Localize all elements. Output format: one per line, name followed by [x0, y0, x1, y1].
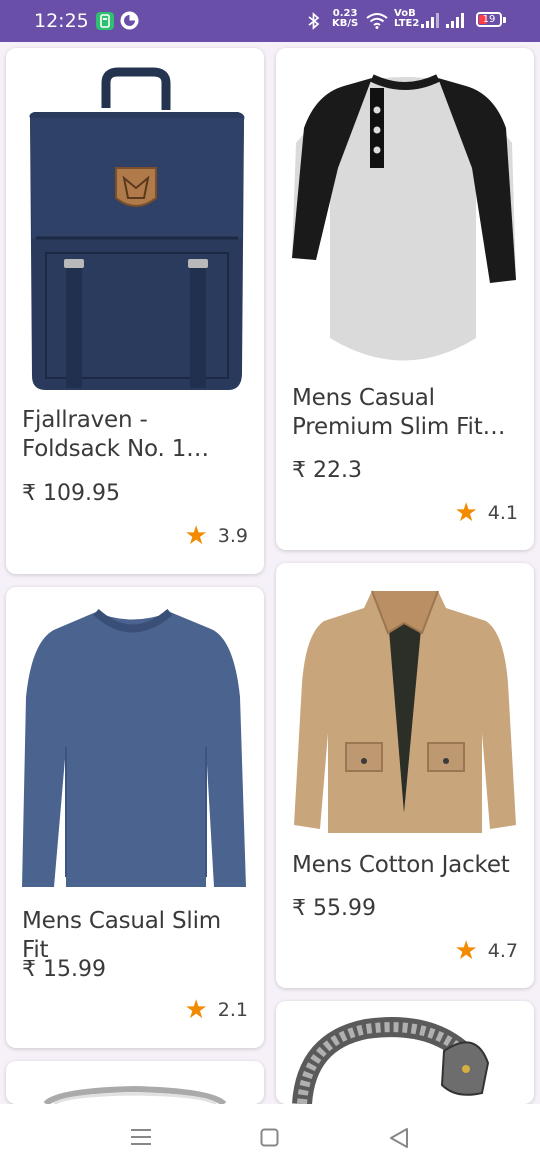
network-speed: 0.23 KB/S — [332, 9, 358, 29]
rating-value: 4.1 — [487, 502, 518, 524]
product-rating: ★ 4.7 — [454, 938, 518, 964]
volte-bottom: LTE2 — [394, 18, 420, 29]
menu-icon[interactable] — [131, 1128, 151, 1146]
battery-level: 19 — [482, 14, 496, 25]
product-rating: ★ 2.1 — [184, 997, 248, 1023]
product-card[interactable]: Mens Casual Slim Fit ₹ 15.99 ★ 2.1 — [6, 587, 264, 1048]
product-rating: ★ 4.1 — [454, 500, 518, 526]
star-icon: ★ — [184, 521, 208, 551]
product-card[interactable]: Mens Casual Premium Slim Fit T… ₹ 22.3 ★… — [276, 48, 534, 550]
back-icon[interactable] — [388, 1127, 410, 1149]
volte-indicator: VoB LTE2 — [394, 9, 419, 29]
jacket-image — [294, 590, 516, 833]
rating-value: 3.9 — [217, 525, 248, 547]
navigation-bar — [0, 1104, 540, 1170]
product-price: ₹ 15.99 — [22, 957, 106, 982]
status-bar: 12:25 0.23 KB/S VoB LTE2 19 — [0, 0, 540, 42]
signal-sim2-icon — [446, 13, 464, 28]
app-notification-icon — [96, 12, 114, 30]
star-icon: ★ — [454, 936, 478, 966]
star-icon: ★ — [454, 498, 478, 528]
signal-sim1-icon — [421, 13, 439, 28]
status-time: 12:25 — [34, 10, 89, 32]
product-card[interactable]: Fjallraven - Foldsack No. 1 Backpack, Fi… — [6, 48, 264, 574]
network-speed-unit: KB/S — [332, 18, 359, 29]
product-price: ₹ 22.3 — [292, 458, 362, 483]
vpn-notification-icon — [120, 11, 139, 30]
star-icon: ★ — [184, 995, 208, 1025]
chain-bracelet-image — [292, 1017, 490, 1104]
rating-value: 2.1 — [217, 999, 248, 1021]
product-title: Mens Casual Premium Slim Fit T… — [292, 385, 483, 440]
product-title: Fjallraven - Foldsack No. 1 Backpack, Fi… — [22, 407, 187, 462]
product-card[interactable] — [276, 1001, 534, 1104]
home-icon[interactable] — [260, 1128, 280, 1148]
product-rating: ★ 3.9 — [184, 523, 248, 549]
bluetooth-icon — [308, 12, 320, 30]
raglan-tshirt-image — [292, 74, 516, 361]
backpack-image — [29, 67, 245, 390]
product-card[interactable]: Mens Cotton Jacket ₹ 55.99 ★ 4.7 — [276, 563, 534, 988]
battery-icon: 19 — [476, 12, 502, 27]
product-price: ₹ 55.99 — [292, 896, 376, 921]
longsleeve-tshirt-image — [22, 608, 246, 887]
wifi-icon — [366, 13, 388, 29]
ring-image — [43, 1085, 227, 1104]
rating-value: 4.7 — [487, 940, 518, 962]
product-price: ₹ 109.95 — [22, 481, 120, 506]
product-title: Mens Cotton Jacket — [292, 852, 510, 878]
product-card[interactable] — [6, 1061, 264, 1104]
battery-tip — [503, 17, 506, 23]
